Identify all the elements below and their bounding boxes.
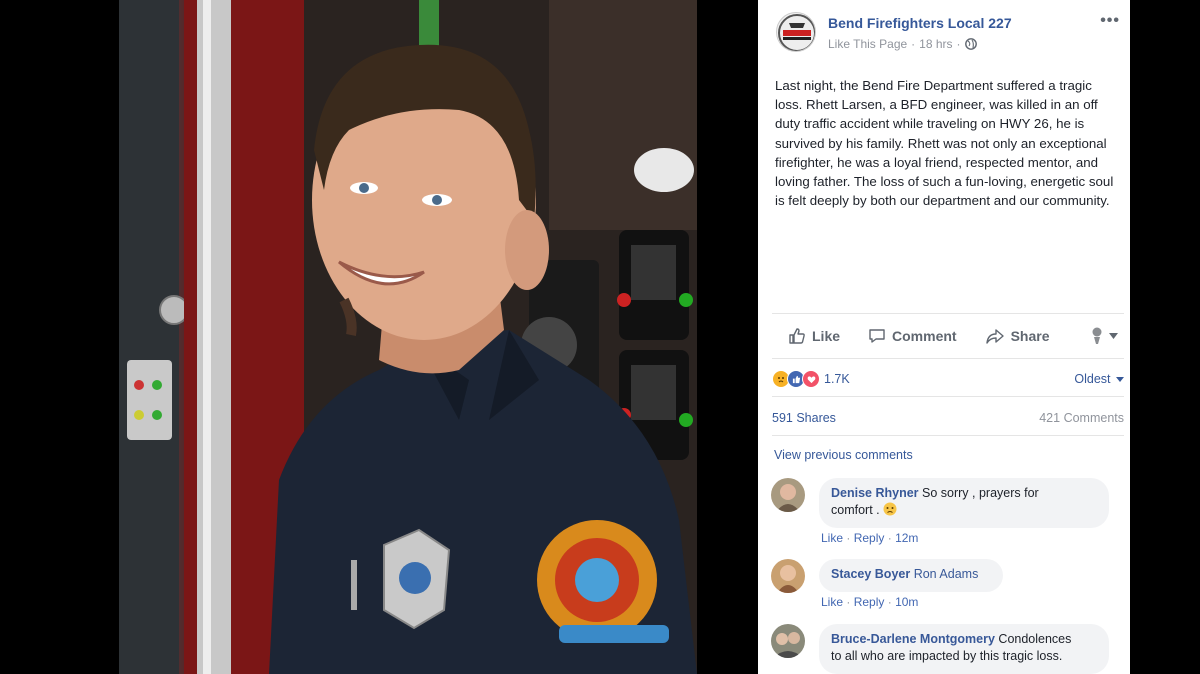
- comment-reply-link[interactable]: Reply: [854, 531, 885, 545]
- comment-label: Comment: [892, 328, 957, 344]
- comment-bubble: Stacey Boyer Ron Adams: [819, 559, 1003, 592]
- comment-sort-dropdown[interactable]: Oldest: [1074, 372, 1124, 386]
- reaction-icons[interactable]: [772, 370, 820, 388]
- post-body-text: Last night, the Bend Fire Department suf…: [775, 78, 1114, 209]
- comment-author[interactable]: Bruce-Darlene Montgomery: [831, 632, 995, 646]
- comment-time[interactable]: 10m: [895, 595, 918, 609]
- post-header: Bend Firefighters Local 227 Like This Pa…: [758, 0, 1130, 62]
- page-name[interactable]: Bend Firefighters Local 227: [828, 15, 1012, 31]
- like-label: Like: [812, 328, 841, 344]
- reaction-count[interactable]: 1.7K: [824, 372, 850, 386]
- shares-comments-row: 591 Shares 421 Comments: [772, 401, 1124, 436]
- like-page-link[interactable]: Like This Page: [828, 37, 907, 51]
- comment-author[interactable]: Stacey Boyer: [831, 567, 910, 581]
- comments-count[interactable]: 421 Comments: [1039, 411, 1124, 425]
- caret-down-icon: [1109, 333, 1118, 339]
- comment-bubble: Denise Rhyner So sorry , prayers for com…: [819, 478, 1109, 528]
- comment-icon: [869, 329, 885, 343]
- thumbs-up-icon: [789, 328, 805, 344]
- sort-label: Oldest: [1074, 372, 1111, 386]
- post-actions-bar: Like Comment Share: [772, 313, 1124, 359]
- comment-actions: Like · Reply · 12m: [821, 531, 918, 545]
- love-reaction-icon: [802, 370, 820, 388]
- sad-emoji-icon: [883, 502, 897, 516]
- comment-text: to all who are impacted by this tragic l…: [831, 649, 1063, 663]
- user-avatar-icon: [1092, 327, 1102, 344]
- facebook-post-panel: Bend Firefighters Local 227 Like This Pa…: [758, 0, 1130, 674]
- separator: ·: [846, 595, 851, 609]
- reactions-summary: 1.7K Oldest: [772, 362, 1124, 397]
- post-timestamp[interactable]: 18 hrs: [919, 37, 952, 51]
- shares-count[interactable]: 591 Shares: [772, 411, 836, 425]
- comment-like-link[interactable]: Like: [821, 531, 843, 545]
- meta-separator: ·: [911, 37, 916, 51]
- post-meta: Like This Page · 18 hrs ·: [828, 37, 977, 51]
- globe-icon: [964, 38, 977, 50]
- comment-time[interactable]: 12m: [895, 531, 918, 545]
- comment-like-link[interactable]: Like: [821, 595, 843, 609]
- comment-text: So sorry , prayers for: [918, 486, 1039, 500]
- more-options-icon[interactable]: •••: [1100, 12, 1120, 30]
- comment-bubble: Bruce-Darlene Montgomery Condolences to …: [819, 624, 1109, 674]
- comment-mention[interactable]: Ron Adams: [914, 567, 979, 581]
- post-photo[interactable]: [119, 0, 697, 674]
- firefighter-photo: [119, 0, 697, 674]
- share-label: Share: [1010, 328, 1050, 344]
- reaction-picker-button[interactable]: [1089, 327, 1118, 345]
- page-avatar[interactable]: [776, 12, 816, 52]
- view-previous-comments-link[interactable]: View previous comments: [774, 448, 913, 462]
- comment-actions: Like · Reply · 10m: [821, 595, 918, 609]
- comment-text: comfort .: [831, 503, 884, 517]
- comment-author[interactable]: Denise Rhyner: [831, 486, 919, 500]
- comment-text: Condolences: [994, 632, 1072, 646]
- commenter-avatar[interactable]: [771, 478, 805, 512]
- meta-separator: ·: [956, 37, 961, 51]
- firefighter-logo-icon: [778, 14, 815, 51]
- comment-reply-link[interactable]: Reply: [854, 595, 885, 609]
- comment-button[interactable]: Comment: [868, 327, 957, 345]
- commenter-avatar[interactable]: [771, 624, 805, 658]
- share-arrow-icon: [985, 329, 1004, 344]
- separator: ·: [887, 531, 892, 545]
- share-button[interactable]: Share: [985, 327, 1050, 345]
- like-button[interactable]: Like: [788, 327, 840, 345]
- commenter-avatar[interactable]: [771, 559, 805, 593]
- separator: ·: [887, 595, 892, 609]
- separator: ·: [846, 531, 851, 545]
- caret-down-icon: [1116, 377, 1124, 383]
